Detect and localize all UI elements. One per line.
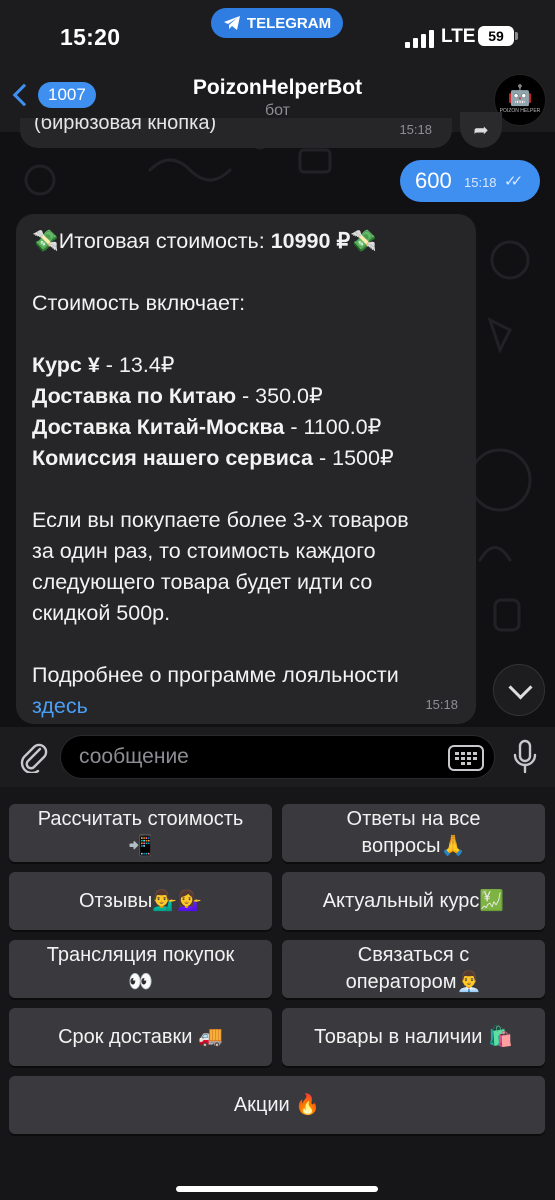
button-label: Срок доставки 🚚	[58, 1025, 223, 1048]
home-indicator[interactable]	[176, 1186, 378, 1192]
button-label: вопросы🙏	[361, 835, 466, 857]
message-text: (бирюзовая кнопка)	[34, 118, 217, 134]
cost-row-label: Доставка по Китаю	[32, 384, 237, 408]
avatar-caption: POIZON HELPER	[499, 108, 541, 114]
button-label: Актуальный курс💹	[322, 889, 505, 912]
cost-row: Доставка Китай-Москва - 1100.0₽	[32, 412, 460, 443]
cost-row: Курс ¥ - 13.4₽	[32, 350, 460, 381]
outgoing-message-bubble: 600 15:18 ✓✓	[400, 160, 540, 202]
button-label: Акции 🔥	[233, 1093, 321, 1116]
button-label: оператором👨‍💼	[345, 971, 482, 993]
items-in-stock-button[interactable]: Товары в наличии 🛍️	[282, 1008, 545, 1066]
button-label: Связаться с	[357, 944, 470, 966]
cost-row-value: - 13.4₽	[99, 353, 175, 377]
battery-icon: 59	[478, 26, 518, 46]
cost-row-value: - 1100.0₽	[284, 415, 382, 439]
chat-title[interactable]: PoizonHelperBot	[0, 76, 555, 100]
promotions-button[interactable]: Акции 🔥	[9, 1076, 545, 1134]
contact-operator-button[interactable]: Связаться с оператором👨‍💼	[282, 940, 545, 998]
cost-row-label: Комиссия нашего сервиса	[32, 446, 314, 470]
button-label: Рассчитать стоимость	[37, 808, 244, 830]
network-type: LTE	[441, 26, 476, 47]
loyalty-text: Подробнее о программе лояльности	[32, 663, 399, 687]
message-time: 15:18	[464, 175, 497, 190]
cost-row: Доставка по Китаю - 350.0₽	[32, 381, 460, 412]
total-cost-line: 💸Итоговая стоимость: 10990 ₽💸	[32, 226, 460, 257]
purchase-stream-button[interactable]: Трансляция покупок 👀	[9, 940, 272, 998]
return-to-app-pill[interactable]: TELEGRAM	[211, 8, 343, 38]
scroll-to-bottom-button[interactable]	[493, 664, 545, 716]
calculate-cost-button[interactable]: Рассчитать стоимость 📲	[9, 804, 272, 862]
telegram-icon	[223, 16, 240, 30]
message-field	[60, 735, 495, 779]
microphone-icon[interactable]	[510, 739, 540, 775]
previous-message-bubble: (бирюзовая кнопка) 15:18	[20, 118, 452, 148]
battery-level: 59	[488, 28, 504, 44]
reviews-button[interactable]: Отзывы💁‍♂️💁‍♀️	[9, 872, 272, 930]
money-icon: 💸	[32, 229, 59, 253]
button-label: Товары в наличии 🛍️	[314, 1025, 513, 1048]
cost-row-label: Курс ¥	[32, 353, 100, 377]
read-checkmarks-icon: ✓✓	[504, 173, 523, 190]
button-label: Отзывы💁‍♂️💁‍♀️	[78, 889, 203, 912]
button-label: Ответы на все	[346, 808, 481, 830]
cellular-signal-icon	[405, 30, 434, 48]
note-line: за один раз, то стоимость каждого	[32, 539, 376, 563]
bot-keyboard-toggle-icon[interactable]	[448, 745, 484, 771]
faq-button[interactable]: Ответы на все вопросы🙏	[282, 804, 545, 862]
share-arrow-icon: ➦	[473, 119, 489, 140]
button-label: Трансляция покупок	[46, 944, 235, 966]
message-time: 15:18	[399, 122, 432, 137]
robot-icon: 🤖	[507, 85, 533, 107]
includes-heading: Стоимость включает:	[32, 291, 246, 315]
status-bar: 15:20 TELEGRAM LTE 59	[0, 0, 555, 70]
note-line: Если вы покупаете более 3-х товаров	[32, 508, 409, 532]
loyalty-link[interactable]: здесь	[32, 694, 88, 718]
money-icon: 💸	[350, 229, 377, 253]
cost-row-label: Доставка Китай-Москва	[32, 415, 285, 439]
exchange-rate-button[interactable]: Актуальный курс💹	[282, 872, 545, 930]
total-label: Итоговая стоимость:	[58, 229, 271, 253]
message-input[interactable]	[79, 736, 439, 778]
message-time: 15:18	[425, 697, 458, 712]
clock: 15:20	[60, 24, 121, 50]
cost-row-value: - 350.0₽	[236, 384, 323, 408]
note-line: следующего товара будет идти со	[32, 570, 373, 594]
delivery-time-button[interactable]: Срок доставки 🚚	[9, 1008, 272, 1066]
cost-row-value: - 1500₽	[313, 446, 394, 470]
app-pill-label: TELEGRAM	[246, 14, 332, 32]
cost-row: Комиссия нашего сервиса - 1500₽	[32, 443, 460, 474]
button-label: 📲	[128, 835, 153, 857]
paperclip-icon[interactable]	[18, 739, 48, 773]
total-value: 10990 ₽	[270, 229, 351, 253]
bot-reply-bubble: 💸Итоговая стоимость: 10990 ₽💸 Стоимость …	[16, 214, 476, 724]
message-text: 600	[415, 168, 452, 193]
button-label: 👀	[128, 971, 153, 993]
message-input-bar	[0, 727, 555, 787]
telegram-chat-screen: 15:20 TELEGRAM LTE 59 1007 PoizonHelperB…	[0, 0, 555, 1200]
note-line: скидкой 500р.	[32, 601, 171, 625]
